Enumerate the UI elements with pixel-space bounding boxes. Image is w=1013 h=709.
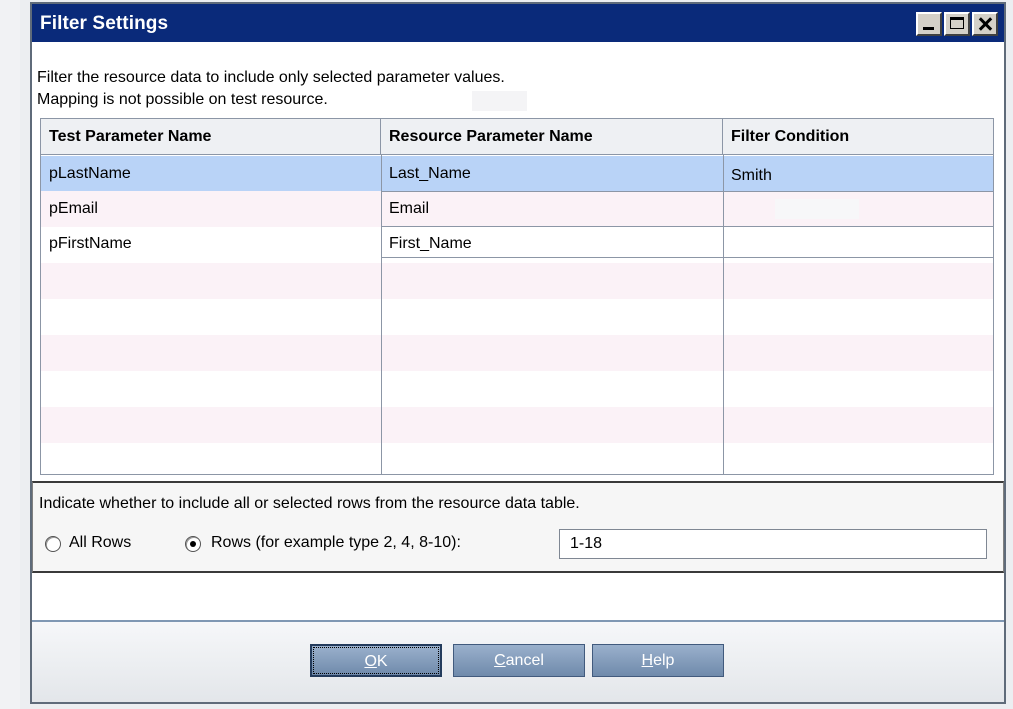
ok-mnemonic: O	[364, 653, 377, 670]
title-bar[interactable]: Filter Settings	[32, 4, 1004, 42]
table-row[interactable]: pFirstName First_Name	[41, 226, 993, 261]
test-parameter-cell[interactable]: pFirstName	[41, 226, 381, 261]
help-label-rest: elp	[653, 652, 675, 669]
column-header-resource-parameter[interactable]: Resource Parameter Name	[381, 119, 723, 155]
rows-hint-text: Indicate whether to include all or selec…	[39, 495, 580, 512]
minimize-icon[interactable]	[916, 12, 942, 36]
parameter-grid: Test Parameter Name Resource Parameter N…	[40, 118, 994, 475]
resource-parameter-cell[interactable]: Email	[381, 191, 723, 226]
test-parameter-cell[interactable]: pLastName	[41, 156, 381, 191]
selected-rows-radio[interactable]	[185, 536, 201, 552]
dialog-title: Filter Settings	[40, 13, 169, 34]
filter-settings-dialog: Filter Settings Filter the resource data…	[30, 2, 1006, 704]
rows-range-input[interactable]: 1-18	[559, 529, 987, 559]
column-header-test-parameter[interactable]: Test Parameter Name	[41, 119, 381, 155]
row-divider	[381, 191, 993, 192]
selected-rows-label[interactable]: Rows (for example type 2, 4, 8-10):	[211, 534, 461, 552]
maximize-icon[interactable]	[944, 12, 970, 36]
ok-button[interactable]: OK	[310, 644, 442, 677]
help-button[interactable]: Help	[592, 644, 724, 677]
cancel-mnemonic: C	[494, 652, 506, 669]
row-divider	[381, 257, 993, 258]
page-margin	[0, 0, 20, 709]
test-parameter-cell[interactable]: pEmail	[41, 191, 381, 226]
description: Filter the resource data to include only…	[37, 67, 505, 111]
grid-header: Test Parameter Name Resource Parameter N…	[41, 119, 993, 155]
description-line-2: Mapping is not possible on test resource…	[37, 91, 328, 108]
column-header-filter-condition[interactable]: Filter Condition	[723, 119, 993, 155]
help-mnemonic: H	[641, 652, 654, 669]
window-controls	[916, 12, 998, 36]
close-icon[interactable]	[972, 12, 998, 36]
cancel-label-rest: ancel	[505, 652, 544, 669]
column-divider	[381, 155, 382, 474]
grid-stripe	[41, 335, 993, 371]
column-divider	[723, 155, 724, 474]
description-line-1: Filter the resource data to include only…	[37, 69, 505, 86]
resource-parameter-cell[interactable]: First_Name	[381, 226, 723, 261]
grid-stripe	[41, 263, 993, 299]
all-rows-label[interactable]: All Rows	[69, 534, 131, 552]
row-divider	[381, 226, 993, 227]
table-row[interactable]: pLastName Last_Name Smith	[41, 156, 993, 193]
filter-condition-cell[interactable]	[723, 226, 993, 261]
cancel-button[interactable]: Cancel	[453, 644, 585, 677]
grid-stripe	[41, 407, 993, 443]
filter-condition-cell[interactable]: Smith	[723, 158, 993, 193]
button-bar: OK Cancel Help	[32, 620, 1004, 702]
resource-parameter-cell[interactable]: Last_Name	[381, 156, 723, 191]
rows-selection-panel: Indicate whether to include all or selec…	[32, 481, 1004, 573]
blank-field	[472, 91, 527, 111]
ok-label-rest: K	[376, 653, 388, 670]
all-rows-radio[interactable]	[45, 536, 61, 552]
filter-input-placeholder	[775, 199, 859, 219]
